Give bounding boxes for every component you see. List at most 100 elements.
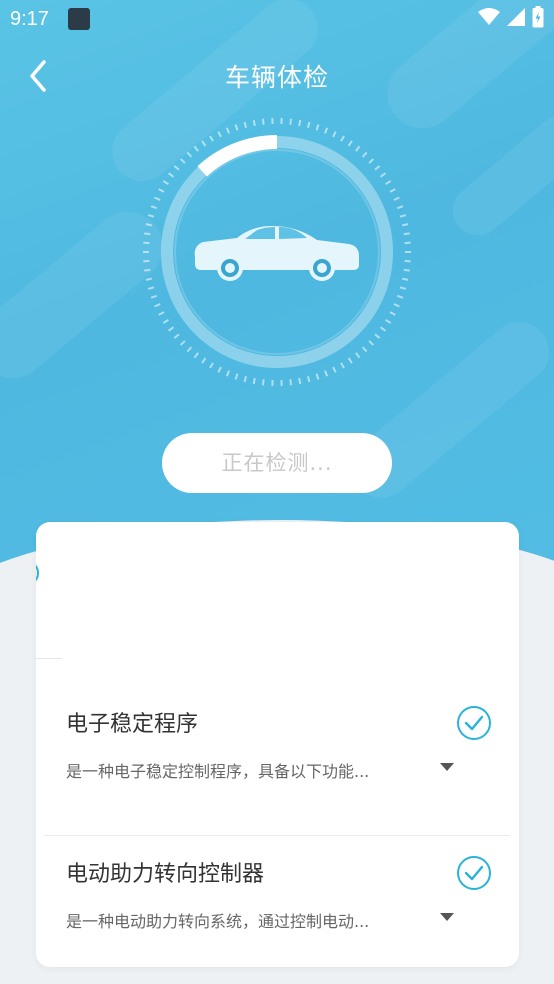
gauge-tick: [306, 375, 311, 383]
gauge-tick: [393, 196, 400, 201]
gauge-tick: [225, 127, 230, 134]
gauge-tick: [361, 151, 368, 158]
gauge-tick: [306, 121, 311, 129]
gauge-tick: [355, 145, 361, 152]
wifi-icon: [478, 8, 500, 25]
gauge-tick: [186, 151, 193, 158]
gauge-tick: [217, 366, 222, 373]
gauge-tick: [144, 232, 151, 236]
signal-icon: [507, 8, 525, 26]
gauge-tick: [145, 223, 153, 227]
caret-down-icon[interactable]: [440, 762, 454, 772]
gauge-tick: [355, 352, 361, 359]
gauge-tick: [401, 223, 409, 227]
gauge-tick: [368, 158, 375, 164]
caret-down-icon[interactable]: [440, 912, 454, 922]
gauge-tick: [234, 373, 239, 380]
gauge-tick: [252, 119, 256, 127]
gauge-tick: [315, 373, 320, 380]
gauge-tick: [389, 188, 396, 193]
gauge-tick: [144, 268, 151, 272]
gauge-tick: [289, 379, 293, 386]
item-name: 电子稳定程序: [66, 712, 199, 737]
gauge-tick: [243, 375, 248, 383]
gauge-tick: [361, 346, 368, 353]
gauge-tick: [154, 196, 161, 201]
gauge-tick: [179, 158, 186, 164]
gauge-tick: [201, 140, 207, 147]
gauge-tick: [340, 135, 345, 142]
battery-icon: [532, 6, 544, 28]
scan-status-pill: 正在检测...: [162, 433, 392, 493]
status-time: 9:17: [10, 8, 49, 30]
list-item[interactable]: 电动助力转向控制器 是一种电动助力转向系统，通过控制电动...: [44, 836, 510, 967]
item-name: 电动助力转向控制器: [66, 862, 265, 887]
gauge-tick: [147, 214, 155, 218]
gauge-tick: [209, 135, 214, 142]
gauge-tick: [179, 340, 186, 346]
gauge-tick: [396, 294, 404, 299]
gauge-tick: [374, 333, 381, 339]
gauge-tick: [252, 377, 256, 385]
gauge-tick: [186, 346, 193, 353]
divider: [36, 658, 62, 659]
gauge-tick: [324, 127, 329, 134]
notification-icon: [68, 8, 90, 30]
gauge-tick: [261, 118, 265, 125]
gauge-tick: [193, 145, 199, 152]
gauge-tick: [368, 340, 375, 346]
gauge-tick: [209, 362, 214, 369]
gauge-tick: [193, 352, 199, 359]
gauge-tick: [147, 286, 155, 290]
gauge-tick: [261, 379, 265, 386]
gauge-tick: [298, 119, 302, 127]
gauge-tick: [173, 333, 180, 339]
gauge-tick: [347, 140, 353, 147]
gauge-tick: [162, 180, 169, 186]
page-title: 车辆体检: [224, 63, 329, 92]
gauge-tick: [324, 370, 329, 377]
item-description: 是一种电子稳定控制程序，具备以下功能...: [66, 762, 370, 781]
gauge-tick: [201, 357, 207, 364]
list-item[interactable]: 电子稳定程序 是一种电子稳定控制程序，具备以下功能...: [44, 686, 510, 836]
gauge-tick: [401, 277, 409, 281]
item-description: 是一种电动助力转向系统，通过控制电动...: [66, 912, 370, 931]
gauge-tick: [289, 118, 293, 125]
gauge-tick: [225, 370, 230, 377]
gauge-tick: [379, 172, 386, 178]
result-card: 电子稳定程序 是一种电子稳定控制程序，具备以下功能... 电动助力转向控制器 是…: [36, 522, 519, 967]
gauge-tick: [298, 377, 302, 385]
gauge-tick: [389, 311, 396, 316]
gauge-tick: [217, 131, 222, 138]
gauge-tick: [403, 268, 410, 272]
top-bar: 车辆体检: [0, 48, 554, 104]
gauge-tick: [145, 277, 153, 281]
gauge-tick: [150, 205, 158, 210]
gauge-tick: [399, 214, 407, 218]
gauge-tick: [403, 232, 410, 236]
scan-gauge: [143, 118, 411, 386]
gauge-tick: [340, 362, 345, 369]
gauge-tick: [162, 318, 169, 324]
gauge-tick: [347, 357, 353, 364]
gauge-tick: [385, 318, 392, 324]
gauge-tick: [374, 165, 381, 171]
gauge-tick: [385, 180, 392, 186]
gauge-tick: [154, 303, 161, 308]
gauge-tick: [332, 131, 337, 138]
gauge-tick: [168, 172, 175, 178]
check-circle-icon: [457, 706, 491, 740]
gauge-tick: [396, 205, 404, 210]
gauge-tick: [158, 311, 165, 316]
gauge-tick: [158, 188, 165, 193]
gauge-tick: [150, 294, 158, 299]
loading-spinner-icon: [36, 564, 39, 582]
gauge-tick: [243, 121, 248, 129]
status-bar: 9:17: [0, 0, 554, 40]
gauge-tick: [399, 286, 407, 290]
gauge-tick: [379, 326, 386, 332]
check-circle-icon: [457, 856, 491, 890]
gauge-tick: [173, 165, 180, 171]
gauge-tick: [234, 124, 239, 131]
gauge-tick: [315, 124, 320, 131]
